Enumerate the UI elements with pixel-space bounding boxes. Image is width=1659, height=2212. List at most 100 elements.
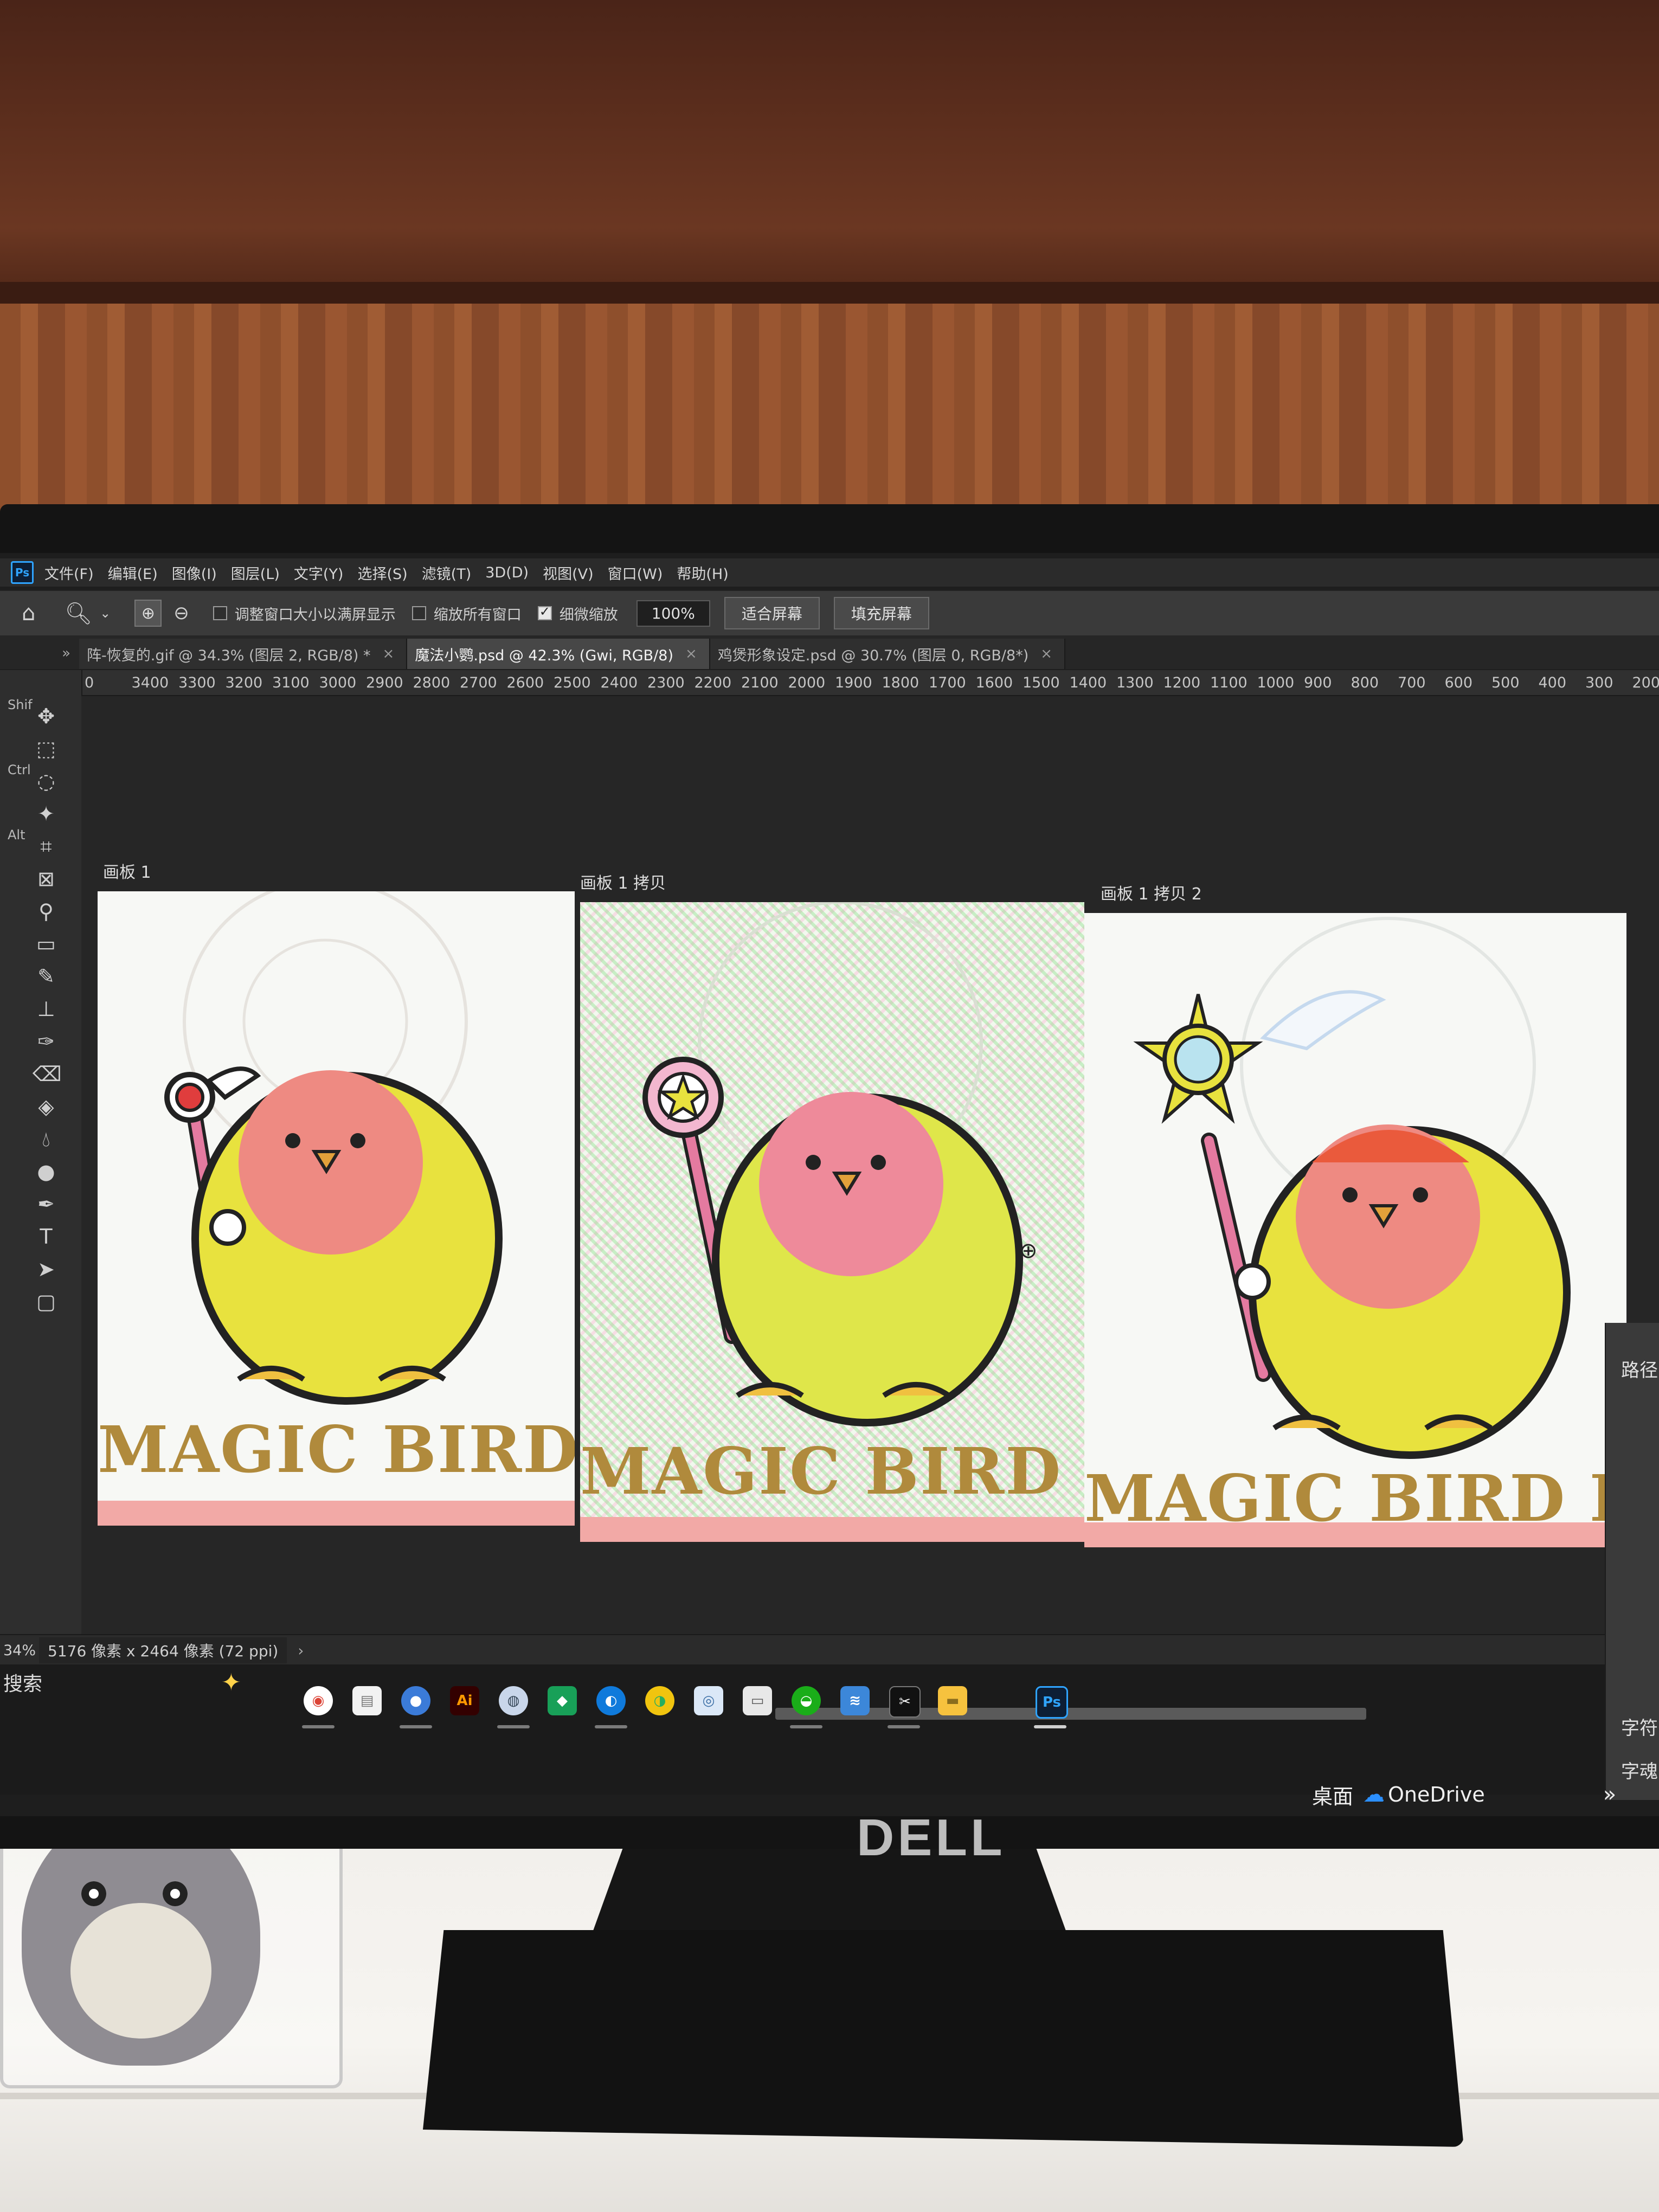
artboard-3[interactable]: MAGIC BIRD Ⅲ (1084, 913, 1626, 1547)
checkbox-box-checked[interactable] (537, 604, 552, 620)
tray-overflow-chevron-icon[interactable]: » (1603, 1782, 1616, 1807)
onedrive-cloud-icon[interactable]: ☁ (1363, 1782, 1385, 1807)
app-icon[interactable]: ◑ (645, 1686, 674, 1715)
dodge-tool-icon[interactable]: ● (33, 1158, 60, 1185)
file-icon[interactable]: ▭ (743, 1686, 772, 1715)
edge-icon[interactable]: ◐ (596, 1686, 626, 1715)
wooden-shelf-top (0, 0, 1659, 304)
onedrive-label[interactable]: OneDrive (1388, 1783, 1485, 1806)
artboard-1[interactable]: MAGIC BIRD Ⅰ (98, 891, 575, 1526)
tab-label: 阵-恢复的.gif @ 34.3% (图层 2, RGB/8) * (87, 647, 371, 664)
menu-3d[interactable]: 3D(D) (485, 564, 529, 581)
document-tab[interactable]: 阵-恢复的.gif @ 34.3% (图层 2, RGB/8) * × (79, 639, 408, 669)
document-tab[interactable]: 鸡煲形象设定.psd @ 30.7% (图层 0, RGB/8*) × (710, 639, 1066, 669)
artboard-label[interactable]: 画板 1 拷贝 (580, 870, 666, 893)
lasso-tool-icon[interactable]: ◌ (33, 768, 60, 795)
move-tool-icon[interactable]: ✥ (33, 703, 60, 730)
pink-strip (580, 1517, 1084, 1542)
ruler-tick-label: 2500 (554, 674, 591, 691)
font-name-field[interactable]: 字魂 (1621, 1757, 1658, 1783)
copilot-sparkle-icon[interactable]: ✦ (221, 1669, 241, 1696)
checkbox-box[interactable] (213, 606, 227, 620)
ruler-tick-label: 800 (1351, 674, 1379, 691)
browser-icon[interactable]: ● (401, 1686, 430, 1715)
scrubby-zoom-checkbox[interactable]: 细微缩放 (537, 603, 618, 624)
blur-tool-icon[interactable]: 💧︎ (33, 1126, 60, 1153)
menu-layer[interactable]: 图层(L) (231, 562, 280, 583)
canvas-area[interactable]: 画板 1 MAGIC BIRD Ⅰ 画板 1 拷贝 (81, 696, 1659, 1634)
desktop-toolbar-label[interactable]: 桌面 (1312, 1780, 1353, 1810)
ruler-tick-label: 1600 (975, 674, 1013, 691)
history-brush-tool-icon[interactable]: ✑ (33, 1028, 60, 1055)
artboard-label[interactable]: 画板 1 (103, 859, 151, 883)
stamp-tool-icon[interactable]: ⊥ (33, 995, 60, 1023)
home-icon[interactable]: ⌂ (22, 601, 35, 626)
close-icon[interactable]: × (1040, 646, 1052, 662)
shape-tool-icon[interactable]: ▢ (33, 1288, 60, 1315)
resize-windows-checkbox[interactable]: 调整窗口大小以满屏显示 (213, 603, 396, 624)
wechat-icon[interactable]: ◒ (792, 1686, 821, 1715)
zoom-percent-field[interactable]: 100% (636, 600, 710, 627)
capcut-icon[interactable]: ✂ (889, 1686, 921, 1718)
document-tab-active[interactable]: 魔法小鹦.psd @ 42.3% (Gwi, RGB/8) × (407, 639, 710, 669)
menu-help[interactable]: 帮助(H) (677, 562, 728, 583)
paths-panel-tab[interactable]: 路径 (1621, 1355, 1658, 1382)
app-icon[interactable]: ≋ (840, 1686, 870, 1715)
eraser-tool-icon[interactable]: ⌫ (33, 1060, 62, 1088)
close-icon[interactable]: × (685, 646, 697, 662)
figma-icon[interactable]: ◆ (548, 1686, 577, 1715)
bird-eye (871, 1155, 886, 1170)
zoom-all-windows-checkbox[interactable]: 缩放所有窗口 (411, 603, 522, 624)
frame-tool-icon[interactable]: ⊠ (33, 865, 60, 892)
app-icon[interactable]: ◎ (694, 1686, 723, 1715)
menu-view[interactable]: 视图(V) (543, 562, 594, 583)
zoom-cursor-icon: ⊕ (1019, 1238, 1038, 1263)
menu-filter[interactable]: 滤镜(T) (422, 562, 472, 583)
zoom-tool-icon[interactable]: 🔍︎ (65, 601, 92, 626)
bird-eye (350, 1133, 365, 1148)
app-icon[interactable]: ◍ (499, 1686, 528, 1715)
fit-screen-button[interactable]: 适合屏幕 (724, 597, 820, 629)
plush-toy-eye (81, 1881, 106, 1906)
menu-window[interactable]: 窗口(W) (608, 562, 663, 583)
character-panel-tab[interactable]: 字符 (1621, 1713, 1658, 1740)
menu-image[interactable]: 图像(I) (172, 562, 217, 583)
artboard-label[interactable]: 画板 1 拷贝 2 (1101, 880, 1202, 904)
chevron-down-icon[interactable]: ⌄ (100, 606, 111, 621)
brush-tool-icon[interactable]: ✎ (33, 963, 60, 990)
fill-screen-button[interactable]: 填充屏幕 (833, 597, 929, 629)
artboard-title: MAGIC BIRD Ⅱ (580, 1433, 1084, 1509)
menu-file[interactable]: 文件(F) (44, 562, 94, 583)
photoshop-icon[interactable]: Ps (1036, 1686, 1068, 1719)
folder-icon[interactable]: ▬ (938, 1686, 967, 1715)
checkbox-label: 细微缩放 (559, 606, 618, 623)
chrome-icon[interactable]: ◉ (304, 1686, 333, 1715)
shelf-edge (0, 282, 1659, 304)
healing-brush-tool-icon[interactable]: ▭ (33, 930, 60, 957)
menu-select[interactable]: 选择(S) (357, 562, 407, 583)
magic-wand-tool-icon[interactable]: ✦ (33, 800, 60, 827)
menu-edit[interactable]: 编辑(E) (108, 562, 158, 583)
zoom-out-icon[interactable]: ⊖ (173, 602, 189, 624)
eyedropper-tool-icon[interactable]: ⚲ (33, 898, 60, 925)
artboard-2[interactable]: MAGIC BIRD Ⅱ (580, 902, 1084, 1542)
tabs-overflow-icon[interactable]: » (0, 645, 79, 669)
pen-tool-icon[interactable]: ✒ (33, 1191, 60, 1218)
checkbox-box[interactable] (411, 606, 426, 620)
close-icon[interactable]: × (383, 646, 395, 662)
zoom-in-icon[interactable]: ⊕ (134, 600, 162, 627)
taskbar-search[interactable]: 搜索 ✦ (0, 1664, 271, 1700)
illustrator-icon[interactable]: Ai (450, 1686, 479, 1715)
crop-tool-icon[interactable]: ⌗ (33, 833, 60, 860)
path-selection-tool-icon[interactable]: ➤ (33, 1256, 60, 1283)
notepad-icon[interactable]: ▤ (352, 1686, 382, 1715)
document-tab-bar: » 阵-恢复的.gif @ 34.3% (图层 2, RGB/8) * × 魔法… (0, 635, 1659, 669)
menu-type[interactable]: 文字(Y) (294, 562, 344, 583)
status-menu-arrow-icon[interactable]: › (298, 1642, 304, 1660)
paint-bucket-tool-icon[interactable]: ◈ (33, 1093, 60, 1120)
type-tool-icon[interactable]: T (33, 1223, 60, 1250)
marquee-tool-icon[interactable]: ⬚ (33, 735, 60, 762)
horizontal-ruler[interactable]: 0 3400 3300 3200 3100 3000 2900 2800 2700 2600 250… (81, 670, 1659, 696)
status-zoom[interactable]: 34% (3, 1642, 36, 1659)
app-active-indicator (1034, 1725, 1066, 1728)
